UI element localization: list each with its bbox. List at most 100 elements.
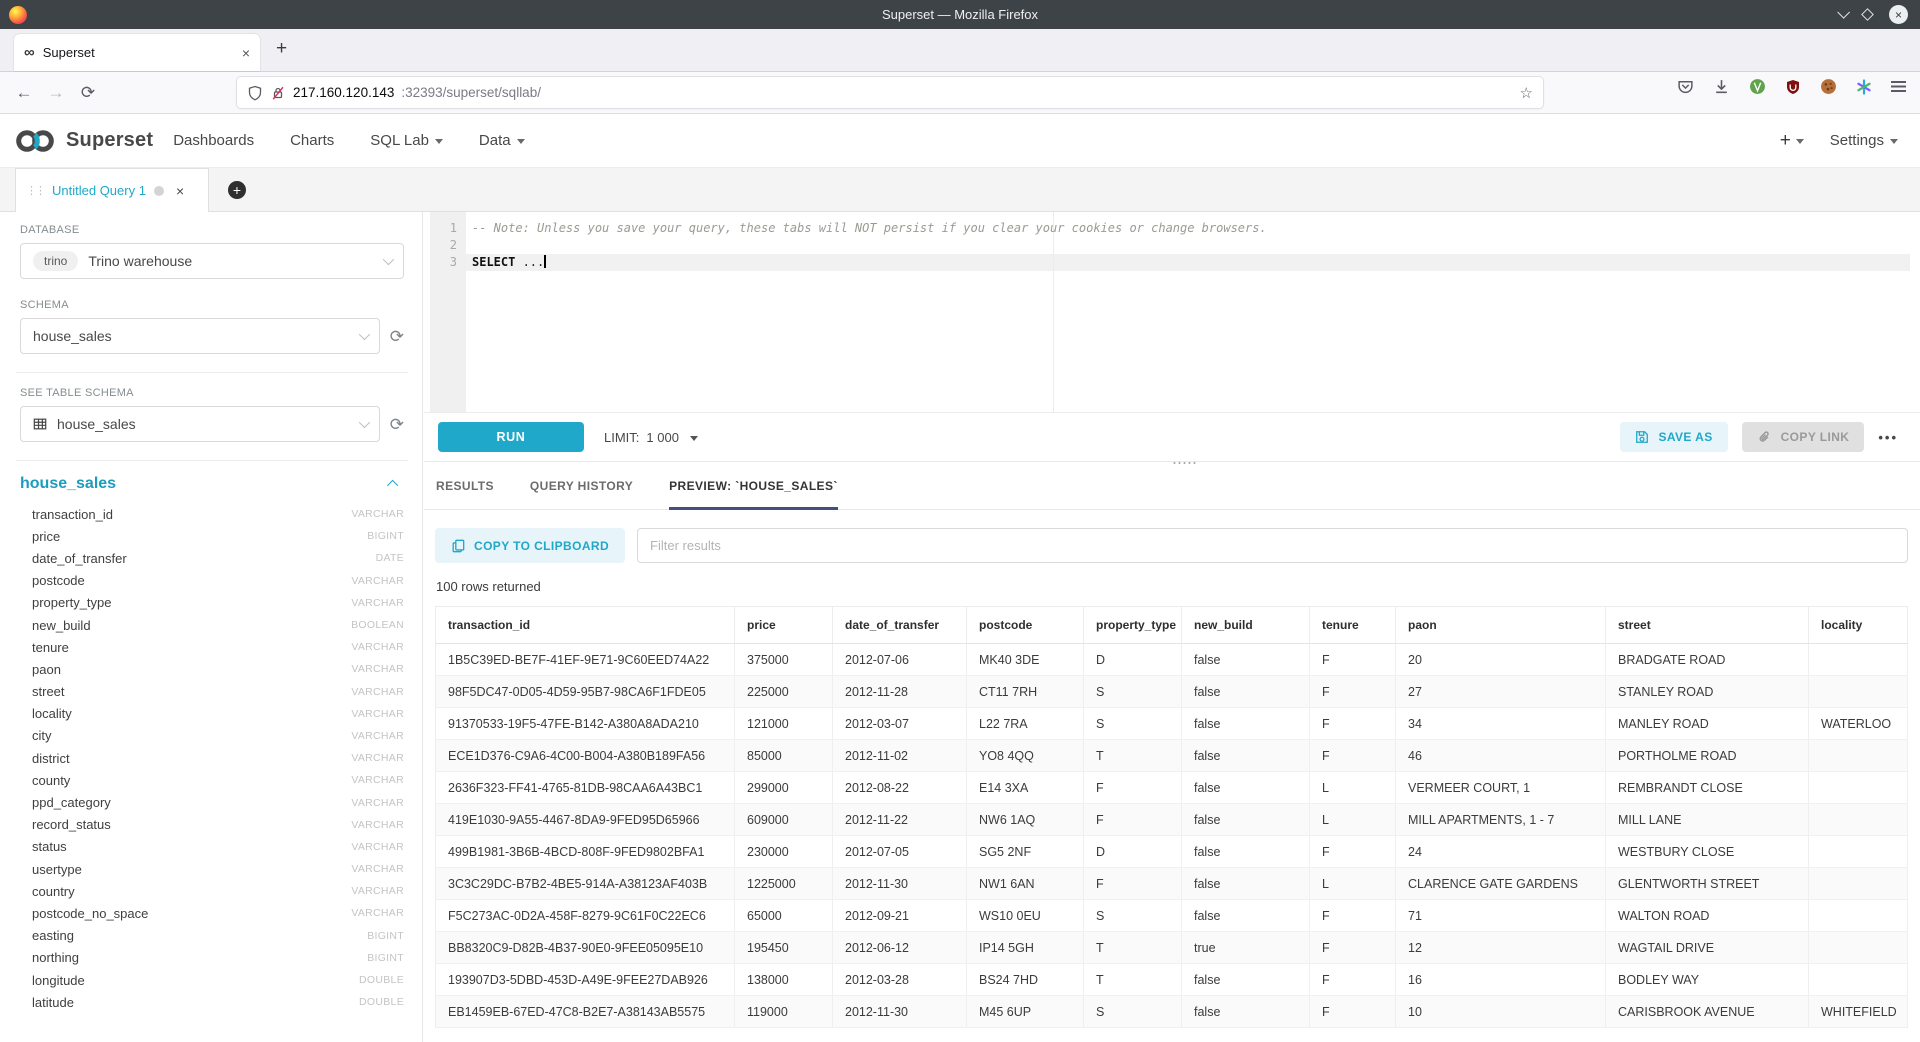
url-path: :32393/superset/sqllab/ (401, 85, 541, 100)
cell-locality (1809, 964, 1908, 996)
limit-dropdown[interactable]: LIMIT: 1 000 (604, 430, 698, 445)
column-type: VARCHAR (351, 730, 404, 742)
cell-transaction-id: BB8320C9-D82B-4B37-90E0-9FEE05095E10 (436, 932, 735, 964)
line-number: 2 (430, 237, 466, 254)
table-column-item: county VARCHAR (20, 769, 404, 791)
results-column-header[interactable]: price (735, 607, 833, 644)
run-button[interactable]: RUN (438, 422, 584, 452)
filter-results-input[interactable] (637, 528, 1908, 563)
cell-street: WALTON ROAD (1606, 900, 1809, 932)
nav-charts[interactable]: Charts (290, 132, 334, 149)
chevron-down-icon (359, 329, 370, 340)
editor-gutter: 123 (430, 212, 466, 412)
save-as-button[interactable]: SAVE AS (1620, 422, 1727, 452)
cell-tenure: L (1310, 804, 1396, 836)
results-column-header[interactable]: new_build (1182, 607, 1310, 644)
column-name: locality (32, 706, 72, 721)
cell-locality (1809, 900, 1908, 932)
back-button[interactable]: ← (8, 83, 40, 103)
tab-results[interactable]: RESULTS (436, 462, 494, 510)
results-column-header[interactable]: locality (1809, 607, 1908, 644)
extension-asterisk-icon[interactable] (1856, 79, 1872, 95)
reload-button[interactable]: ⟳ (72, 83, 104, 103)
forward-button[interactable]: → (40, 83, 72, 103)
ublock-icon[interactable] (1785, 79, 1801, 95)
refresh-tables-icon[interactable]: ⟳ (390, 416, 404, 433)
schema-select[interactable]: house_sales (20, 318, 380, 354)
table-select[interactable]: house_sales (20, 406, 380, 442)
nav-sql-lab[interactable]: SQL Lab (370, 132, 443, 149)
database-select[interactable]: trino Trino warehouse (20, 243, 404, 279)
refresh-schemas-icon[interactable]: ⟳ (390, 328, 404, 345)
cell-price: 119000 (735, 996, 833, 1028)
tracking-shield-icon[interactable] (247, 85, 263, 101)
privacy-badger-icon[interactable] (1749, 78, 1766, 95)
collapse-chevron-icon[interactable] (387, 480, 398, 491)
nav-data[interactable]: Data (479, 132, 525, 149)
results-column-header[interactable]: tenure (1310, 607, 1396, 644)
sql-editor[interactable]: 123 -- Note: Unless you save your query,… (424, 212, 1920, 412)
cell-transaction-id: 3C3C29DC-B7B2-4BE5-914A-A38123AF403B (436, 868, 735, 900)
cell-property-type: D (1084, 836, 1182, 868)
bookmark-star-icon[interactable]: ☆ (1520, 84, 1533, 102)
cell-locality (1809, 772, 1908, 804)
copy-link-button[interactable]: COPY LINK (1742, 422, 1865, 452)
table-column-item: city VARCHAR (20, 725, 404, 747)
download-icon[interactable] (1713, 78, 1730, 95)
table-column-item: ppd_category VARCHAR (20, 791, 404, 813)
cell-street: CARISBROOK AVENUE (1606, 996, 1809, 1028)
editor-code[interactable]: -- Note: Unless you save your query, the… (472, 220, 1267, 271)
pocket-icon[interactable] (1677, 78, 1694, 95)
more-options-button[interactable]: ••• (1878, 430, 1898, 445)
table-grid-icon (33, 417, 47, 431)
cell-postcode: NW1 6AN (967, 868, 1084, 900)
settings-menu[interactable]: Settings (1830, 132, 1898, 149)
column-name: date_of_transfer (32, 551, 127, 566)
table-name-heading[interactable]: house_sales (20, 475, 116, 493)
new-tab-button[interactable]: + (276, 39, 287, 58)
cell-transaction-id: 1B5C39ED-BE7F-41EF-9E71-9C60EED74A22 (436, 644, 735, 676)
results-column-header[interactable]: transaction_id (436, 607, 735, 644)
add-query-tab-button[interactable]: + (228, 181, 246, 199)
cell-new-build: false (1182, 836, 1310, 868)
add-new-button[interactable]: + (1780, 130, 1804, 152)
results-column-header[interactable]: property_type (1084, 607, 1182, 644)
cell-price: 1225000 (735, 868, 833, 900)
tab-close-icon[interactable]: × (242, 45, 250, 61)
results-column-header[interactable]: street (1606, 607, 1809, 644)
cell-tenure: F (1310, 900, 1396, 932)
browser-tab[interactable]: ∞ Superset × (14, 34, 260, 71)
results-pane: RESULTS QUERY HISTORY PREVIEW: `HOUSE_SA… (424, 462, 1920, 1042)
superset-logo[interactable]: Superset (14, 128, 153, 154)
cell-postcode: CT11 7RH (967, 676, 1084, 708)
database-engine-badge: trino (33, 251, 78, 271)
firefox-logo-icon (9, 6, 27, 24)
cookie-icon[interactable] (1820, 78, 1837, 95)
cell-property-type: S (1084, 900, 1182, 932)
nav-dashboards[interactable]: Dashboards (173, 132, 254, 149)
cell-transaction-id: 91370533-19F5-47FE-B142-A380A8ADA210 (436, 708, 735, 740)
results-column-header[interactable]: date_of_transfer (833, 607, 967, 644)
cell-tenure: L (1310, 868, 1396, 900)
column-name: latitude (32, 995, 74, 1010)
tab-preview-house-sales[interactable]: PREVIEW: `HOUSE_SALES` (669, 462, 838, 510)
resize-grip[interactable] (1172, 462, 1198, 465)
window-close-icon[interactable]: × (1889, 5, 1908, 24)
table-column-item: street VARCHAR (20, 681, 404, 703)
query-state-dot (154, 186, 164, 196)
line-number: 1 (430, 220, 466, 237)
results-column-header[interactable]: paon (1396, 607, 1606, 644)
window-maximize-icon[interactable] (1861, 8, 1874, 21)
cell-price: 65000 (735, 900, 833, 932)
query-tab-active[interactable]: ⋮⋮ Untitled Query 1 × (15, 168, 209, 212)
cell-price: 225000 (735, 676, 833, 708)
results-column-header[interactable]: postcode (967, 607, 1084, 644)
copy-to-clipboard-button[interactable]: COPY TO CLIPBOARD (435, 528, 625, 563)
drag-handle-icon[interactable]: ⋮⋮ (26, 184, 44, 197)
url-bar[interactable]: 217.160.120.143:32393/superset/sqllab/ ☆ (237, 77, 1543, 108)
window-minimize-icon[interactable] (1837, 6, 1850, 19)
insecure-lock-icon[interactable] (270, 85, 286, 101)
menu-hamburger-icon[interactable] (1891, 81, 1906, 92)
tab-query-history[interactable]: QUERY HISTORY (530, 462, 633, 510)
query-tab-close-icon[interactable]: × (176, 183, 184, 199)
